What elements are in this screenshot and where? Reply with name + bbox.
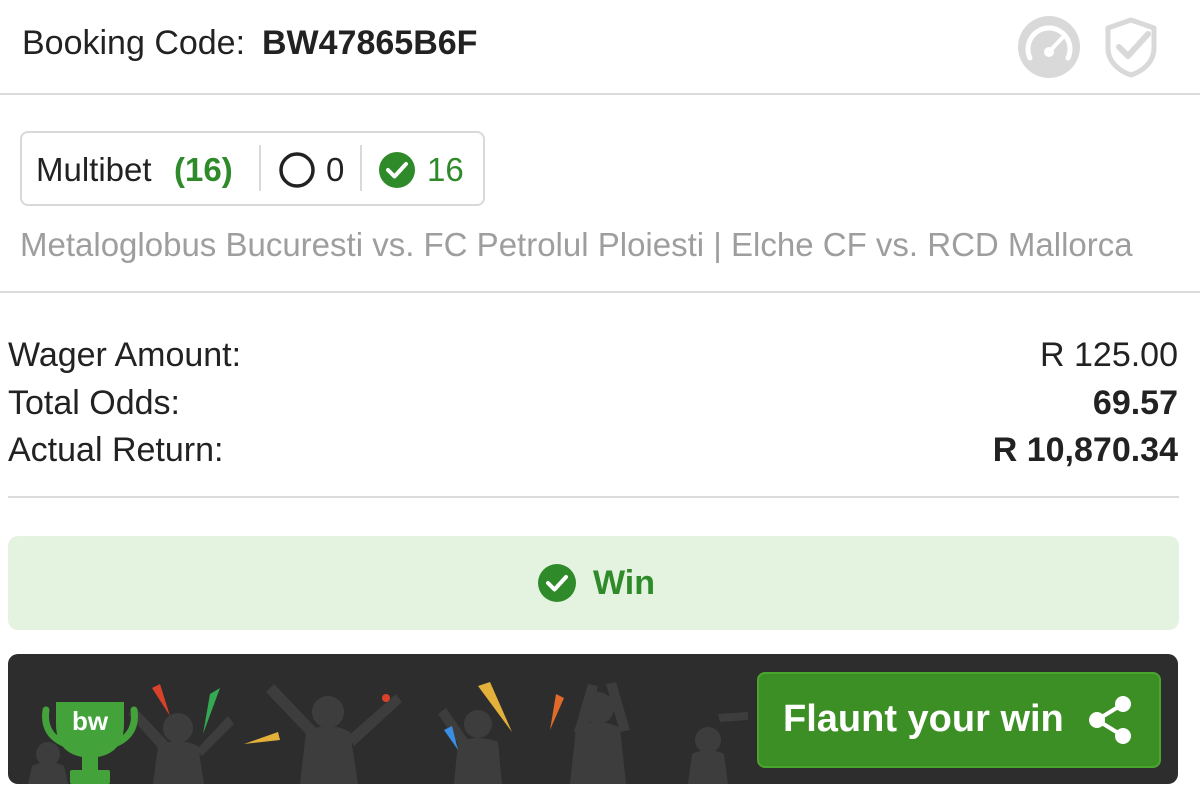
won-count: 16 (427, 151, 464, 188)
actual-return-label: Actual Return: (8, 431, 224, 469)
header-divider (0, 93, 1200, 95)
actual-return-value: R 10,870.34 (992, 431, 1178, 469)
share-icon (1085, 694, 1135, 746)
flaunt-promo-banner: bw Flaunt your win (8, 654, 1178, 784)
wager-amount-value: R 125.00 (1040, 336, 1178, 374)
check-circle-icon (378, 151, 416, 189)
total-odds-label: Total Odds: (8, 384, 180, 422)
flaunt-your-win-button[interactable]: Flaunt your win (757, 672, 1161, 768)
summary-divider (0, 291, 1200, 293)
multibet-label: Multibet (36, 151, 152, 188)
trophy-icon: bw (40, 694, 140, 784)
shield-check-icon[interactable] (1098, 14, 1164, 80)
pending-circle-icon (278, 151, 316, 189)
summary-separator (360, 145, 362, 191)
result-status: Win (593, 564, 656, 602)
ticket-header: Booking Code: BW47865B6F (0, 0, 1200, 93)
booking-code-value[interactable]: BW47865B6F (262, 24, 477, 63)
multibet-count: (16) (174, 151, 233, 188)
result-banner: Win (8, 536, 1179, 630)
booking-code-label: Booking Code: (22, 24, 246, 62)
summary-separator (259, 145, 261, 191)
brand-logo-text: bw (71, 706, 109, 736)
flaunt-button-label: Flaunt your win (783, 698, 1064, 740)
events-list: Metaloglobus Bucuresti vs. FC Petrolul P… (20, 226, 1133, 263)
total-odds-value: 69.57 (1092, 384, 1178, 422)
wager-amount-label: Wager Amount: (8, 336, 242, 374)
speedometer-icon[interactable] (1016, 14, 1082, 80)
check-circle-icon (537, 563, 577, 603)
bet-summary-box[interactable]: Multibet (16) 0 16 (20, 131, 485, 206)
details-divider (8, 496, 1179, 498)
pending-count: 0 (326, 151, 345, 188)
